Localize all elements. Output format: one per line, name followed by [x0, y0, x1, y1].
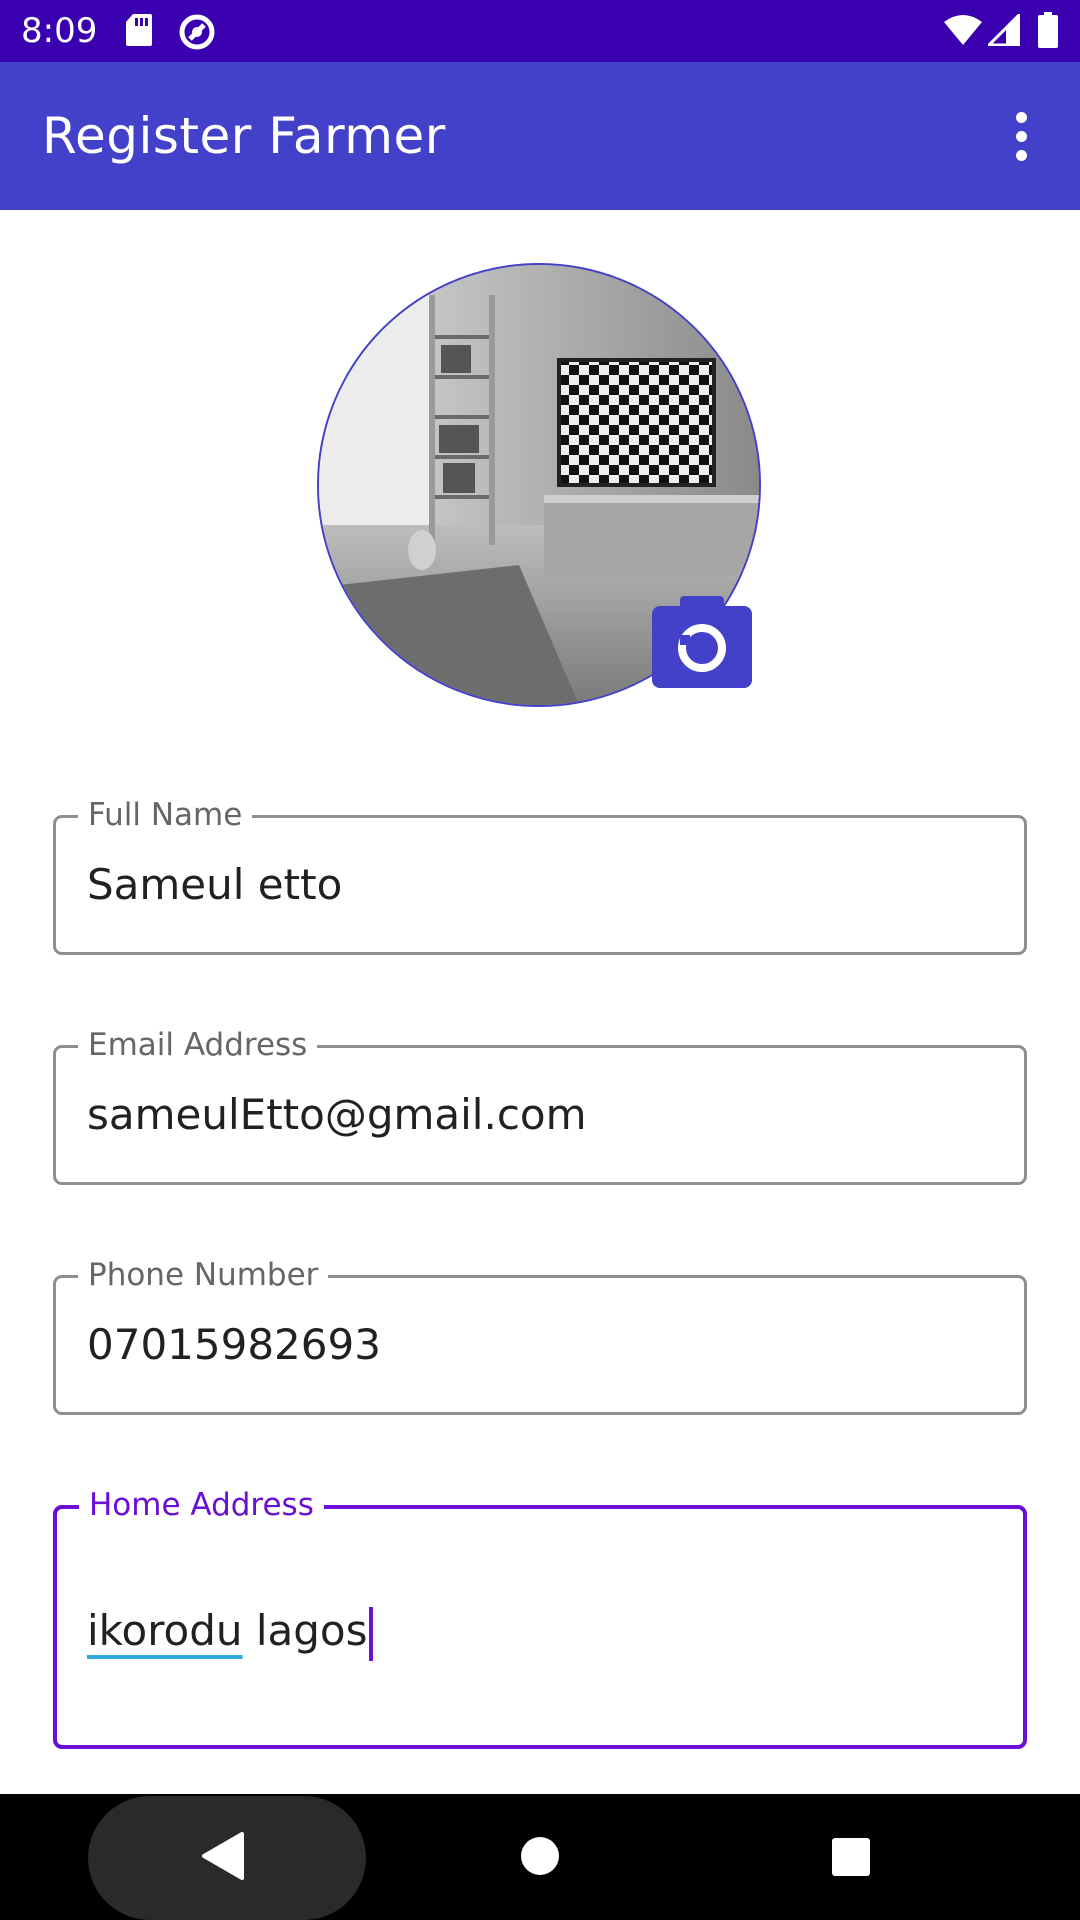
email-field[interactable]: Email Address sameulEtto@gmail.com	[53, 1026, 1027, 1185]
data-saver-icon	[178, 13, 216, 55]
email-value: sameulEtto@gmail.com	[87, 1090, 587, 1139]
home-address-value-rest: lagos	[242, 1606, 368, 1655]
home-address-field[interactable]: Home Address ikorodu lagos	[53, 1486, 1027, 1749]
text-cursor	[368, 1606, 373, 1661]
battery-icon	[1037, 12, 1059, 52]
navigation-bar	[0, 1794, 1080, 1920]
home-icon	[520, 1837, 560, 1880]
signal-icon	[985, 11, 1021, 50]
wifi-icon	[943, 14, 983, 50]
recents-button[interactable]	[831, 1837, 871, 1881]
recents-icon	[831, 1838, 871, 1881]
full-name-label: Full Name	[78, 796, 253, 834]
more-options-button[interactable]	[1000, 106, 1044, 166]
sd-card-icon	[125, 13, 153, 51]
camera-icon	[650, 596, 754, 694]
full-name-field[interactable]: Full Name Sameul etto	[53, 796, 1027, 955]
change-photo-button[interactable]	[650, 596, 754, 690]
full-name-value: Sameul etto	[87, 860, 343, 909]
phone-value: 07015982693	[87, 1320, 381, 1369]
page-title: Register Farmer	[42, 107, 446, 165]
status-bar: 8:09	[0, 0, 1080, 62]
phone-field[interactable]: Phone Number 07015982693	[53, 1256, 1027, 1415]
app-bar: Register Farmer	[0, 62, 1080, 210]
home-address-label: Home Address	[79, 1486, 324, 1524]
back-icon	[200, 1832, 244, 1884]
home-button[interactable]	[520, 1836, 560, 1880]
status-time: 8:09	[21, 11, 98, 51]
email-label: Email Address	[78, 1026, 318, 1064]
misspelled-word: ikorodu	[87, 1606, 243, 1655]
home-address-value: ikorodu lagos	[87, 1605, 373, 1661]
back-button[interactable]	[200, 1832, 244, 1884]
phone-label: Phone Number	[78, 1256, 329, 1294]
